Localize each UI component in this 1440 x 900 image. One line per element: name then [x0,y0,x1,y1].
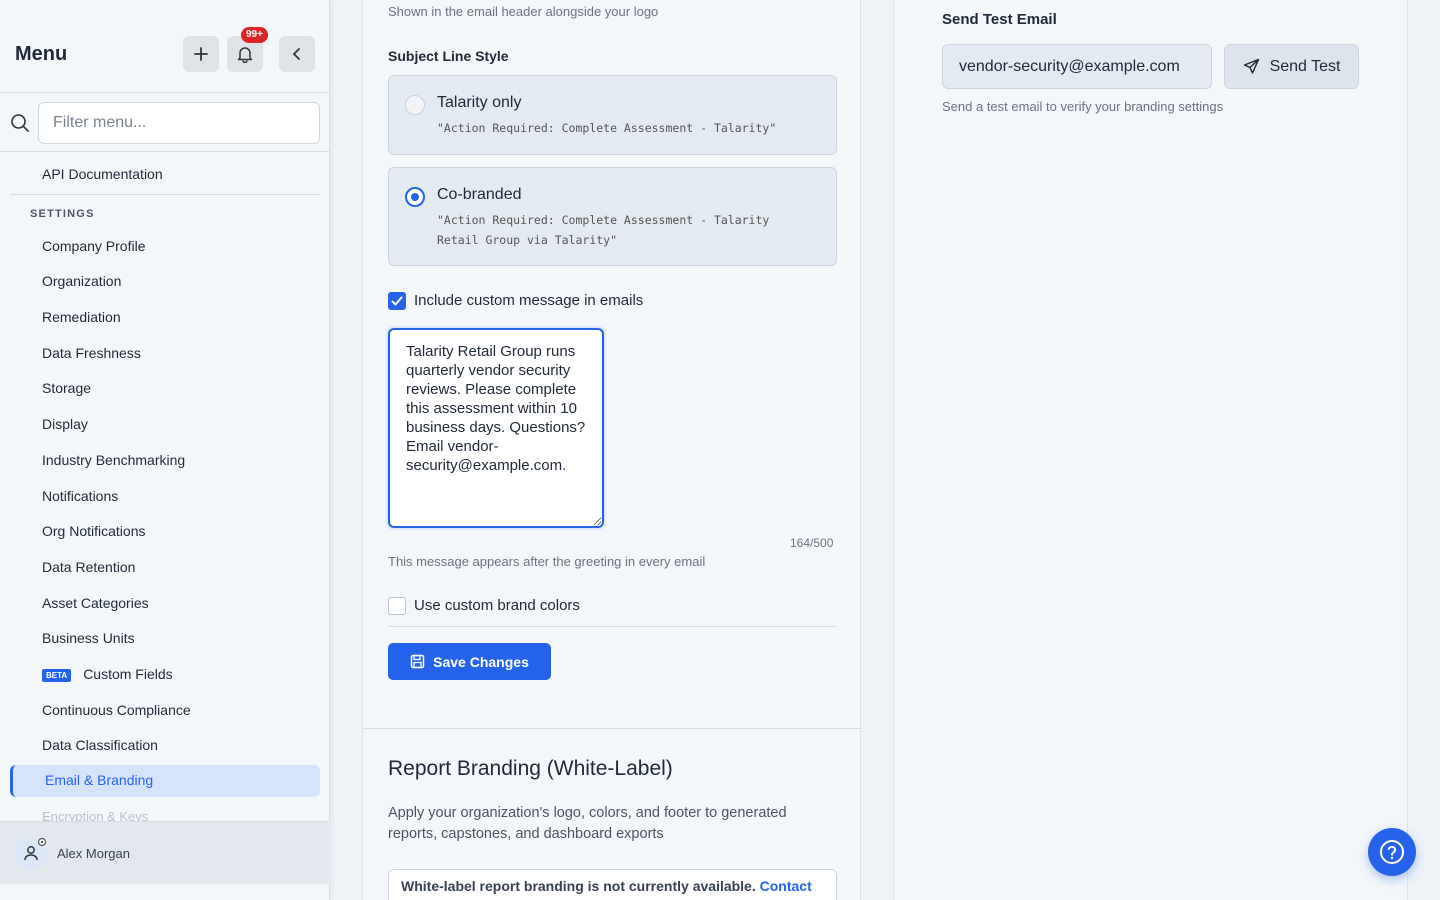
check-icon [391,296,403,306]
section-divider [363,728,862,729]
option-description: "Action Required: Complete Assessment - … [437,213,770,247]
sidebar-item-continuous-compliance[interactable]: Continuous Compliance [42,702,191,718]
sidebar-search [0,92,330,152]
sidebar-menu: API Documentation SETTINGS Company Profi… [0,153,330,821]
subject-option-talarity-only[interactable]: Talarity only "Action Required: Complete… [388,75,837,155]
email-branding-panel: Shown in the email header alongside your… [362,0,862,900]
send-icon [1243,58,1259,74]
send-test-button[interactable]: Send Test [1224,44,1359,89]
save-changes-button[interactable]: Save Changes [388,643,551,680]
header-hint: Shown in the email header alongside your… [388,4,659,19]
radio-button[interactable] [405,95,425,115]
option-description: "Action Required: Complete Assessment - … [437,121,777,135]
chevron-left-icon [292,48,300,60]
sidebar-item-company-profile[interactable]: Company Profile [42,238,146,254]
subject-option-co-branded[interactable]: Co-branded "Action Required: Complete As… [388,167,837,266]
sidebar-header: Menu 99+ [0,0,330,92]
custom-message-label: Include custom message in emails [414,292,644,309]
sidebar-item-data-freshness[interactable]: Data Freshness [42,345,141,361]
custom-message-checkbox[interactable] [388,292,406,310]
beta-badge: BETA [42,668,72,682]
sidebar-item-api-documentation[interactable]: API Documentation [42,166,163,182]
save-label: Save Changes [433,653,529,670]
sidebar-item-encryption-keys[interactable]: Encryption & Keys [42,809,148,821]
custom-message-textarea[interactable]: Talarity Retail Group runs quarterly ven… [388,328,604,528]
message-hint: This message appears after the greeting … [388,554,706,569]
search-icon [11,114,29,132]
filter-menu-input[interactable] [38,102,320,144]
test-email-panel: Send Test Email Send Test Send a test em… [893,0,1408,900]
plus-icon [194,47,208,61]
sidebar-item-label: Custom Fields [83,666,173,682]
send-test-label: Send Test [1269,57,1341,75]
help-icon [1380,840,1404,864]
white-label-notice: White-label report branding is not curre… [388,869,837,900]
brand-colors-checkbox[interactable] [388,597,406,615]
sidebar-item-data-classification[interactable]: Data Classification [42,737,158,753]
sidebar-item-asset-categories[interactable]: Asset Categories [42,595,149,611]
brand-colors-label: Use custom brand colors [414,597,580,614]
sidebar-item-data-retention[interactable]: Data Retention [42,559,135,575]
character-counter: 164/500 [790,536,834,550]
report-branding-title: Report Branding (White-Label) [388,757,673,780]
option-title: Co-branded [437,186,522,203]
sidebar-item-notifications[interactable]: Notifications [42,488,118,504]
subject-line-label: Subject Line Style [388,48,509,64]
help-button[interactable] [1368,828,1416,876]
notifications-badge: 99+ [241,27,268,43]
test-email-hint: Send a test email to verify your brandin… [942,99,1224,114]
add-button[interactable] [183,36,219,72]
sidebar-item-display[interactable]: Display [42,416,88,432]
radio-button-selected[interactable] [405,187,425,207]
collapse-sidebar-button[interactable] [279,36,315,72]
gear-icon [37,837,47,847]
test-email-title: Send Test Email [942,11,1057,28]
bell-icon [237,47,253,63]
sidebar-divider [10,194,320,195]
user-name: Alex Morgan [57,846,130,861]
sidebar-item-org-notifications[interactable]: Org Notifications [42,523,145,539]
save-icon [410,654,425,669]
divider [388,626,837,627]
sidebar-item-email-branding[interactable]: Email & Branding [10,765,320,797]
option-title: Talarity only [437,94,522,111]
contact-link[interactable]: Contact [760,878,812,894]
sidebar-section-settings: SETTINGS [30,208,95,220]
sidebar-item-industry-benchmarking[interactable]: Industry Benchmarking [42,452,185,468]
notice-text: White-label report branding is not curre… [401,878,756,894]
sidebar-item-business-units[interactable]: Business Units [42,630,135,646]
sidebar-item-remediation[interactable]: Remediation [42,309,121,325]
sidebar-title: Menu [15,43,68,65]
sidebar-item-custom-fields[interactable]: BETA Custom Fields [42,666,173,682]
sidebar-item-label: Email & Branding [45,772,154,788]
sidebar-item-organization[interactable]: Organization [42,273,121,289]
test-email-input[interactable] [942,44,1212,89]
sidebar-item-storage[interactable]: Storage [42,380,91,396]
report-branding-description: Apply your organization's logo, colors, … [388,805,787,842]
sidebar: Menu 99+ API Documentation SETTINGS Comp… [0,0,330,900]
user-footer[interactable]: Alex Morgan [0,821,330,884]
